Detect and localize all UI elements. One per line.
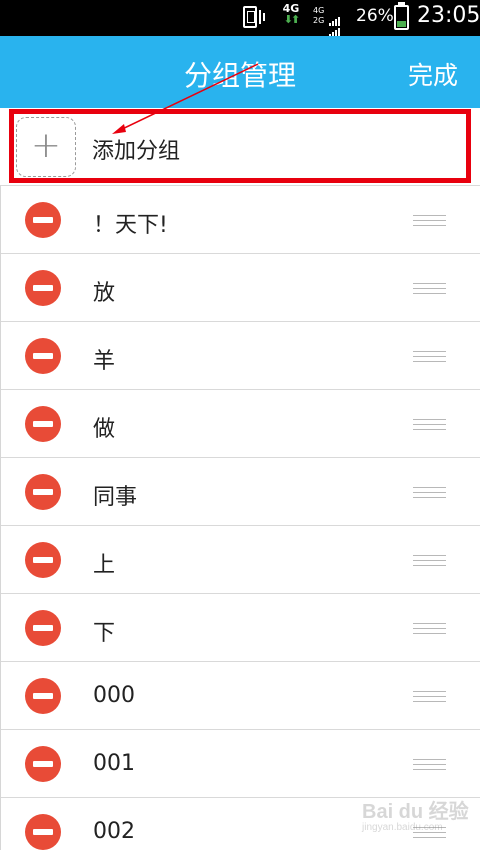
group-name: 羊 [93,349,116,374]
group-list: ！天下! 放羊做同事上下 000 001 002 [0,185,480,850]
group-name: 下 [93,621,116,646]
phone-vibrate-icon [243,6,257,28]
drag-handle-icon[interactable] [413,351,446,363]
group-name: 做 [93,417,116,442]
delete-group-icon[interactable] [25,542,61,578]
sim2-network-label: 2G [313,16,325,25]
status-bar: 4G ⬇⬆ 4G 2G 26% 23:05 [0,0,480,37]
delete-group-icon[interactable] [25,678,61,714]
group-row[interactable]: 放 [1,253,480,321]
drag-handle-icon[interactable] [413,487,446,499]
watermark-text: Bai du 经验 [362,801,469,823]
drag-handle-icon[interactable] [413,215,446,227]
delete-group-icon[interactable] [25,814,61,850]
group-name: 同事 [93,485,138,510]
delete-group-icon[interactable] [25,406,61,442]
group-name: 放 [93,281,116,306]
delete-group-icon[interactable] [25,746,61,782]
group-name: 上 [93,553,116,578]
drag-handle-icon[interactable] [413,691,446,703]
watermark: Bai du 经验 jingyan.baidu.com [362,795,469,833]
signal-bars-icon [329,7,341,26]
group-row[interactable]: 羊 [1,321,480,389]
add-group-label: 添加分组 [92,139,181,164]
group-name: 000 [93,683,135,708]
drag-handle-icon[interactable] [413,283,446,295]
group-row[interactable]: 上 [1,525,480,593]
group-name: ！天下! [93,213,168,238]
watermark-subtext: jingyan.baidu.com [362,822,443,833]
sim1-network-label: 4G [313,6,325,15]
vibrate-waves-icon [258,8,266,26]
delete-group-icon[interactable] [25,338,61,374]
clock: 23:05 [417,3,480,28]
drag-handle-icon[interactable] [413,759,446,771]
group-row[interactable]: 同事 [1,457,480,525]
dual-sim-signal-icon: 4G 2G [313,6,324,26]
delete-group-icon[interactable] [25,270,61,306]
group-row[interactable]: ！天下! [1,185,480,253]
group-row[interactable]: 做 [1,389,480,457]
group-row[interactable]: 下 [1,593,480,661]
group-row[interactable]: 000 [1,661,480,729]
highlight-box [9,109,471,183]
signal-bars-icon [329,18,341,37]
battery-icon [394,2,409,30]
group-name: 001 [93,751,135,776]
battery-percent: 26% [356,6,394,26]
drag-handle-icon[interactable] [413,419,446,431]
delete-group-icon[interactable] [25,202,61,238]
drag-handle-icon[interactable] [413,555,446,567]
group-row[interactable]: 001 [1,729,480,797]
group-name: 002 [93,819,135,844]
done-button[interactable]: 完成 [408,56,458,92]
network-4g-icon: 4G ⬇⬆ [282,2,301,26]
delete-group-icon[interactable] [25,474,61,510]
plus-icon[interactable]: + [16,117,76,177]
delete-group-icon[interactable] [25,610,61,646]
title-bar: 分组管理 完成 [0,36,480,108]
drag-handle-icon[interactable] [413,623,446,635]
